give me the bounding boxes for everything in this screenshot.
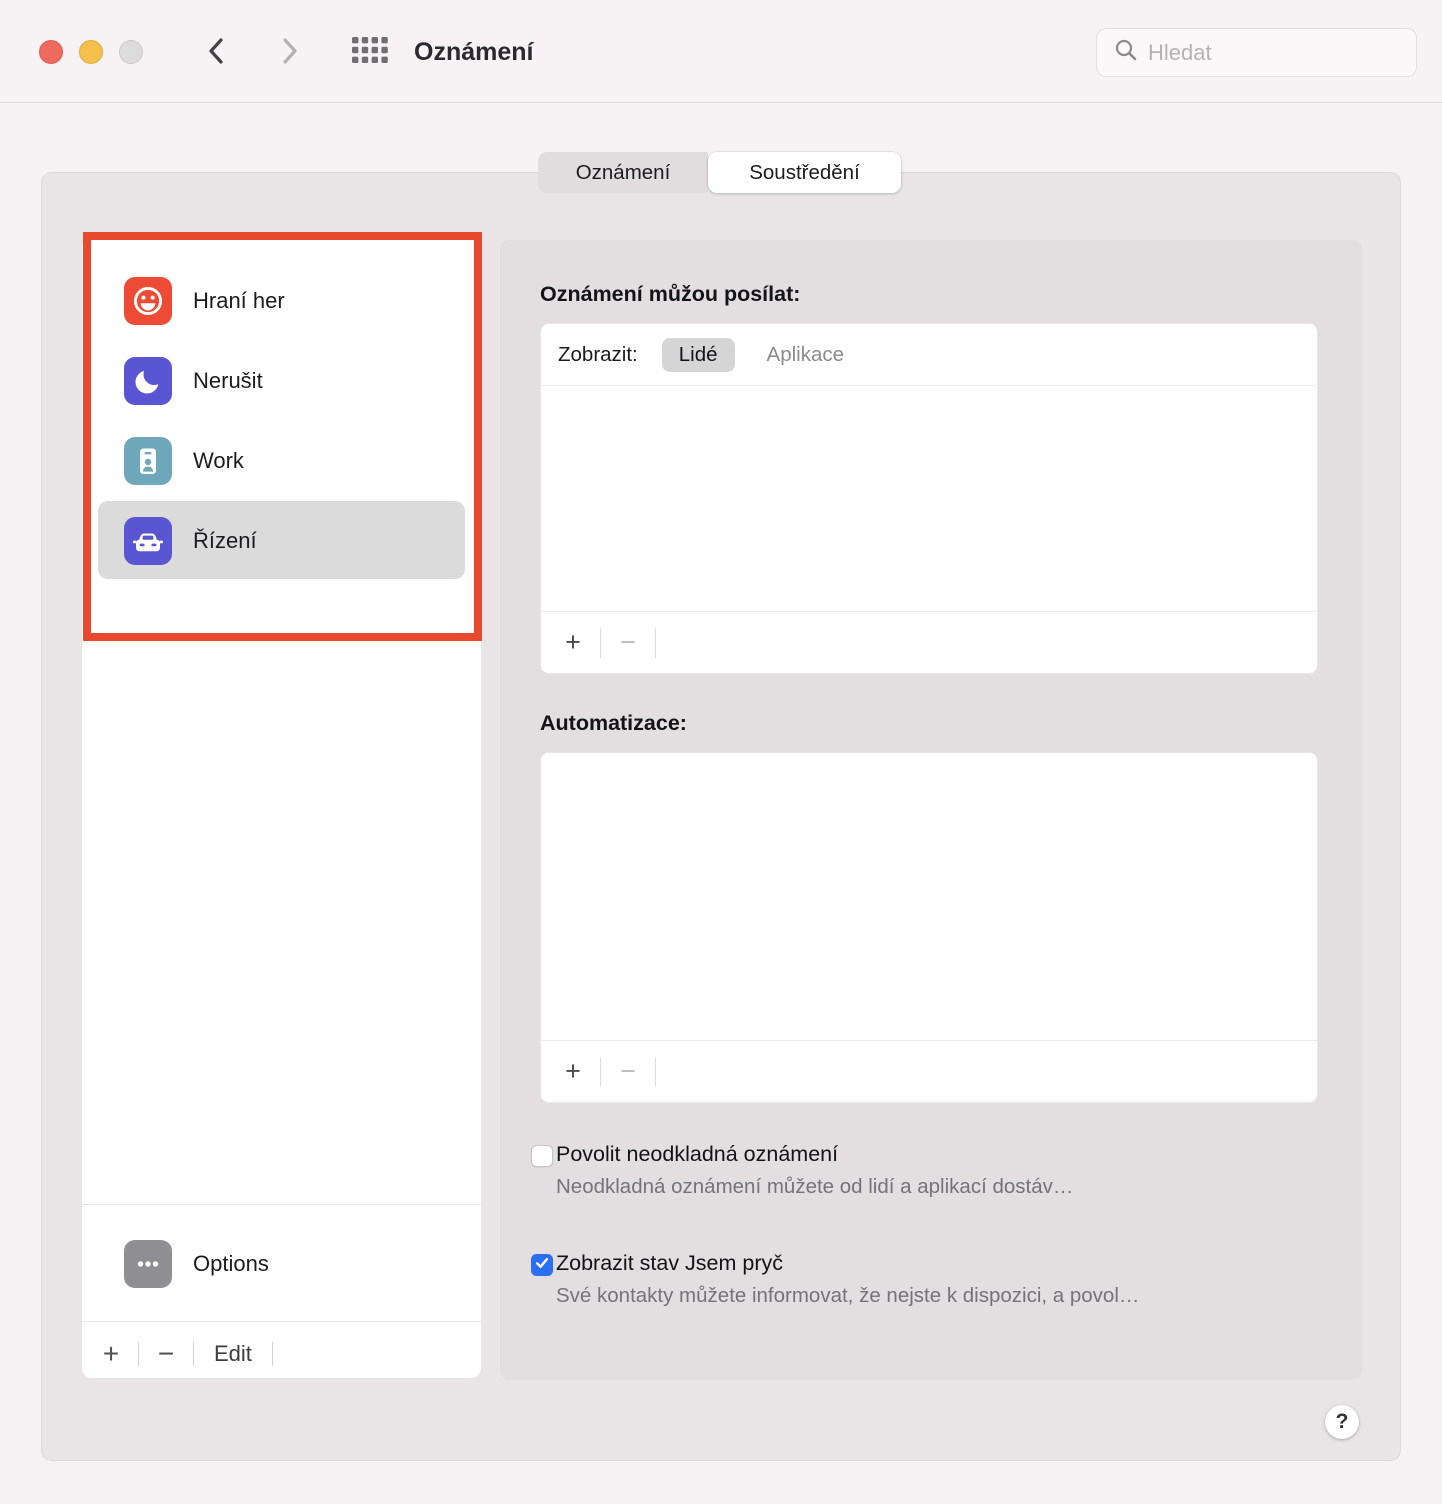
tab-notifications[interactable]: Oznámení (538, 152, 708, 193)
help-button[interactable]: ? (1325, 1405, 1359, 1439)
sidebar-item-options[interactable]: Options (82, 1228, 481, 1300)
listbox-toolbar: + − (541, 611, 1317, 673)
window-title: Oznámení (414, 38, 534, 66)
edit-focus-button[interactable]: Edit (208, 1341, 258, 1367)
sidebar-divider (82, 1321, 481, 1322)
show-label: Zobrazit: (558, 342, 638, 366)
forward-button[interactable] (272, 34, 308, 70)
checkbox-description: Neodkladná oznámení můžete od lidí a apl… (556, 1175, 1074, 1198)
add-person-button[interactable]: + (561, 629, 585, 656)
remove-person-button[interactable]: − (616, 629, 640, 656)
chevron-left-icon (205, 36, 227, 69)
tab-bar: Oznámení Soustředění (538, 152, 901, 193)
footer-divider (271, 1342, 273, 1366)
search-icon (1113, 37, 1139, 68)
focus-settings-panel: Oznámení můžou posílat: Zobrazit: Lidé A… (500, 240, 1362, 1439)
toolbar-divider (655, 627, 656, 658)
automation-heading: Automatizace: (540, 711, 687, 735)
filter-apps-button[interactable]: Aplikace (767, 343, 845, 367)
tab-focus[interactable]: Soustředění (708, 152, 901, 193)
checkmark-icon (534, 1255, 550, 1276)
footer-divider (138, 1342, 139, 1366)
car-icon (124, 517, 172, 565)
moon-icon (124, 357, 172, 405)
search-field[interactable] (1096, 28, 1417, 77)
checkbox-label[interactable]: Povolit neodkladná oznámení (556, 1142, 838, 1167)
allowed-senders-listbox: Zobrazit: Lidé Aplikace + − (540, 323, 1318, 674)
footer-divider (193, 1342, 194, 1366)
grid-icon (351, 37, 389, 67)
away-status-checkbox[interactable] (531, 1254, 553, 1276)
focus-list: Hraní her Nerušit Work Řízení Options + … (82, 237, 481, 1378)
gaming-smiley-icon (124, 277, 172, 325)
urgent-notifications-checkbox[interactable] (531, 1145, 553, 1167)
sidebar-item-label: Options (193, 1251, 269, 1276)
automation-listbox: + − (540, 752, 1318, 1103)
titlebar: Oznámení (0, 0, 1442, 103)
sidebar-footer: + − Edit (98, 1330, 287, 1378)
automation-list[interactable] (541, 753, 1317, 1040)
toolbar-divider (600, 627, 601, 658)
add-automation-button[interactable]: + (561, 1058, 585, 1085)
remove-automation-button[interactable]: − (616, 1058, 640, 1085)
sidebar-item-label: Work (193, 448, 244, 473)
id-badge-icon (124, 437, 172, 485)
remove-focus-button[interactable]: − (153, 1340, 179, 1368)
listbox-toolbar: + − (541, 1040, 1317, 1102)
close-button[interactable] (39, 40, 63, 64)
sidebar-item-driving[interactable]: Řízení (82, 501, 481, 581)
sidebar-item-work[interactable]: Work (82, 421, 481, 501)
listbox-filter-row: Zobrazit: Lidé Aplikace (541, 324, 1317, 386)
sidebar-item-label: Nerušit (193, 368, 263, 393)
show-all-settings-button[interactable] (348, 36, 392, 68)
allowed-senders-list[interactable] (541, 386, 1317, 611)
zoom-button (119, 40, 143, 64)
sidebar-divider (82, 1204, 481, 1205)
ellipsis-icon (124, 1240, 172, 1288)
filter-people-button[interactable]: Lidé (661, 337, 735, 372)
add-focus-button[interactable]: + (98, 1340, 124, 1368)
sidebar-item-gaming[interactable]: Hraní her (82, 261, 481, 341)
checkbox-description: Své kontakty můžete informovat, že nejst… (556, 1284, 1140, 1307)
allowed-notifications-heading: Oznámení můžou posílat: (540, 282, 801, 306)
sidebar-item-label: Řízení (193, 528, 257, 553)
search-input[interactable] (1148, 39, 1388, 66)
toolbar-divider (655, 1056, 656, 1087)
chevron-right-icon (279, 36, 301, 69)
sidebar-item-label: Hraní her (193, 288, 285, 313)
minimize-button[interactable] (79, 40, 103, 64)
back-button[interactable] (198, 34, 234, 70)
sidebar-item-do-not-disturb[interactable]: Nerušit (82, 341, 481, 421)
checkbox-label[interactable]: Zobrazit stav Jsem pryč (556, 1251, 783, 1276)
toolbar-divider (600, 1056, 601, 1087)
